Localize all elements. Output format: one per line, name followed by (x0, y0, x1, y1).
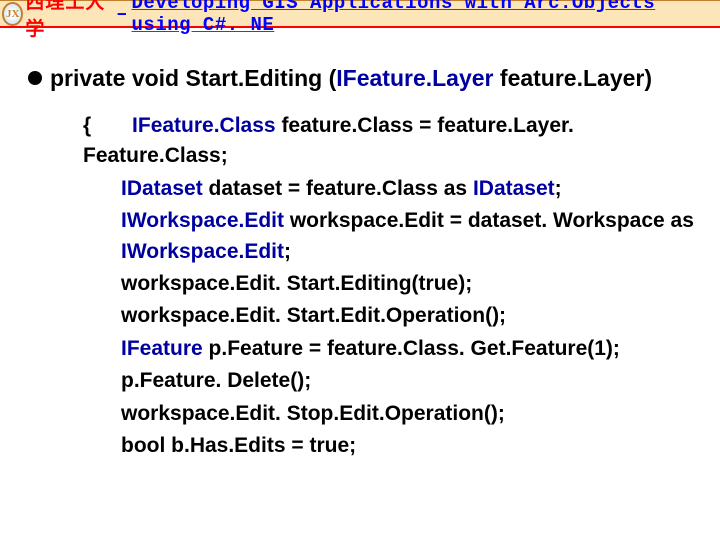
code-line-1: { IFeature.Class feature.Class = feature… (83, 111, 702, 172)
code-line-9: bool b.Has.Edits = true; (83, 431, 702, 461)
header-english-text: Developing GIS Applications with Arc.Obj… (132, 0, 720, 36)
method-signature: private void Start.Editing (IFeature.Lay… (28, 64, 702, 93)
code-line-2: IDataset dataset = feature.Class as IDat… (83, 174, 702, 204)
header-chinese-text: 西理工大学 (25, 0, 112, 41)
header-bar: JX 西理工大学 – Developing GIS Applications w… (0, 0, 720, 28)
logo-icon: JX (2, 2, 23, 26)
code-line-3a: IWorkspace.Edit workspace.Edit = dataset… (83, 206, 702, 267)
code-line-8: workspace.Edit. Stop.Edit.Operation(); (83, 399, 702, 429)
code-line-6: IFeature p.Feature = feature.Class. Get.… (83, 334, 702, 364)
code-line-7: p.Feature. Delete(); (83, 366, 702, 396)
header-separator: – (116, 3, 127, 25)
code-block: { IFeature.Class feature.Class = feature… (83, 111, 702, 462)
bullet-icon (28, 71, 42, 85)
code-line-4: workspace.Edit. Start.Editing(true); (83, 269, 702, 299)
code-line-5: workspace.Edit. Start.Edit.Operation(); (83, 301, 702, 331)
slide-content: private void Start.Editing (IFeature.Lay… (0, 28, 720, 462)
signature-text: private void Start.Editing (IFeature.Lay… (50, 64, 652, 93)
